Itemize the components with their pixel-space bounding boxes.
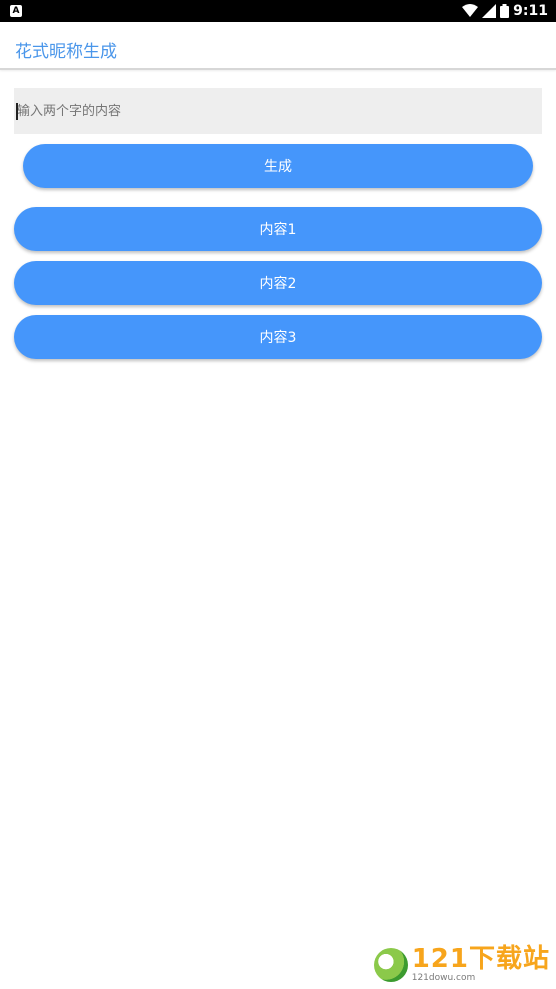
- watermark: 121下载站 121dowu.com: [373, 946, 550, 983]
- status-time: 9:11: [513, 3, 548, 19]
- generate-button[interactable]: 生成: [23, 144, 533, 188]
- signal-icon: [482, 4, 497, 18]
- content3-button[interactable]: 内容3: [14, 315, 542, 359]
- status-left: A: [10, 5, 22, 17]
- wifi-icon: [462, 4, 479, 17]
- app-bar: 花式昵称生成: [0, 22, 556, 70]
- nickname-input[interactable]: [14, 88, 542, 134]
- status-bar: A 9:11: [0, 0, 556, 22]
- status-right: 9:11: [462, 3, 548, 19]
- watermark-text: 121下载站 121dowu.com: [412, 946, 550, 983]
- app-title: 花式昵称生成: [15, 42, 117, 62]
- watermark-logo-icon: [373, 947, 408, 982]
- watermark-sub: 121dowu.com: [411, 973, 476, 983]
- text-caret: [16, 103, 18, 120]
- content2-button[interactable]: 内容2: [14, 261, 542, 305]
- content1-button[interactable]: 内容1: [14, 207, 542, 251]
- notification-icon: A: [10, 5, 22, 17]
- battery-icon: [500, 4, 510, 18]
- watermark-main: 121下载站: [411, 944, 550, 974]
